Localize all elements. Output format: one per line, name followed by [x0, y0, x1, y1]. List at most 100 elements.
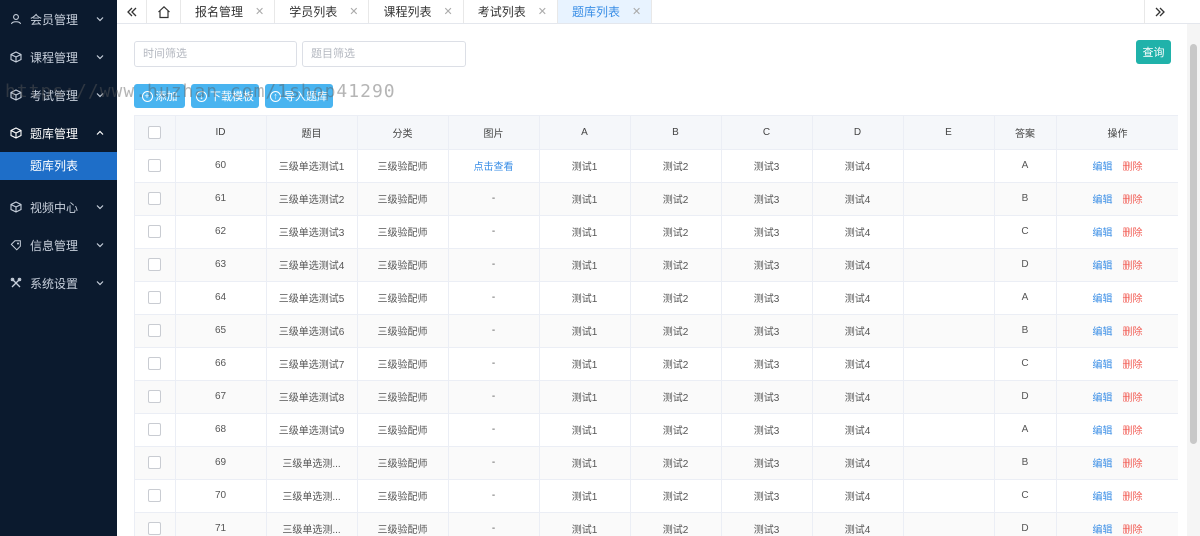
- table-row: 65 三级单选测试6 三级验配师 - 测试1 测试2 测试3 测试4 B 编辑 删除: [135, 314, 1178, 348]
- time-filter-input[interactable]: [134, 41, 297, 67]
- sidebar-item-question-bank[interactable]: 题库管理: [0, 114, 117, 152]
- sidebar-item-course[interactable]: 课程管理: [0, 38, 117, 76]
- cell-image: -: [448, 479, 540, 513]
- scroll-tabs-left-button[interactable]: [117, 0, 147, 23]
- cube-icon: [10, 89, 22, 101]
- scrollbar-thumb[interactable]: [1190, 44, 1197, 444]
- delete-link[interactable]: 删除: [1123, 294, 1143, 305]
- cell-c: 测试3: [721, 149, 813, 183]
- column-header[interactable]: 图片: [448, 116, 540, 150]
- cell-b: 测试2: [630, 380, 722, 414]
- cell-b: 测试2: [630, 446, 722, 480]
- delete-link[interactable]: 删除: [1123, 459, 1143, 470]
- edit-link[interactable]: 编辑: [1093, 162, 1113, 173]
- column-header[interactable]: E: [903, 116, 995, 150]
- row-checkbox[interactable]: [148, 192, 162, 205]
- row-select-cell: [135, 512, 176, 536]
- sidebar-item-exam[interactable]: 考试管理: [0, 76, 117, 114]
- sidebar-item-settings[interactable]: 系统设置: [0, 264, 117, 302]
- cell-category: 三级验配师: [357, 413, 449, 447]
- row-actions: 编辑 删除: [1056, 314, 1178, 348]
- select-all-checkbox[interactable]: [148, 125, 162, 139]
- delete-link[interactable]: 删除: [1123, 327, 1143, 338]
- add-button[interactable]: + 添加: [134, 84, 185, 108]
- view-image-link[interactable]: 点击查看: [474, 162, 514, 173]
- column-header[interactable]: 分类: [357, 116, 449, 150]
- tab-students[interactable]: 学员列表 ✕: [275, 0, 370, 23]
- row-select-cell: [135, 479, 176, 513]
- cell-b: 测试2: [630, 413, 722, 447]
- row-checkbox[interactable]: [148, 258, 162, 271]
- row-checkbox[interactable]: [148, 324, 162, 337]
- edit-link[interactable]: 编辑: [1093, 294, 1113, 305]
- close-icon[interactable]: ✕: [443, 5, 452, 18]
- title-filter-input[interactable]: [302, 41, 466, 67]
- close-icon[interactable]: ✕: [538, 5, 547, 18]
- edit-link[interactable]: 编辑: [1093, 327, 1113, 338]
- delete-link[interactable]: 删除: [1123, 228, 1143, 239]
- vertical-scrollbar[interactable]: [1187, 24, 1200, 536]
- cell-answer: C: [994, 215, 1057, 249]
- delete-link[interactable]: 删除: [1123, 162, 1143, 173]
- column-header[interactable]: 答案: [994, 116, 1057, 150]
- double-chevron-right-icon: [1155, 7, 1165, 17]
- delete-link[interactable]: 删除: [1123, 360, 1143, 371]
- table-row: 70 三级单选测... 三级验配师 - 测试1 测试2 测试3 测试4 C 编辑 删除: [135, 479, 1178, 513]
- cell-b: 测试2: [630, 512, 722, 536]
- cell-answer: D: [994, 248, 1057, 282]
- cell-id: 63: [175, 248, 267, 282]
- scroll-tabs-right-button[interactable]: [1144, 0, 1174, 24]
- column-header[interactable]: B: [630, 116, 722, 150]
- row-checkbox[interactable]: [148, 225, 162, 238]
- sidebar-item-video[interactable]: 视频中心: [0, 188, 117, 226]
- sidebar-item-info[interactable]: 信息管理: [0, 226, 117, 264]
- sidebar-item-member[interactable]: 会员管理: [0, 0, 117, 38]
- delete-link[interactable]: 删除: [1123, 525, 1143, 536]
- close-icon[interactable]: ✕: [349, 5, 358, 18]
- import-label: 导入题库: [284, 91, 328, 103]
- delete-link[interactable]: 删除: [1123, 492, 1143, 503]
- edit-link[interactable]: 编辑: [1093, 393, 1113, 404]
- row-checkbox[interactable]: [148, 423, 162, 436]
- tab-registration[interactable]: 报名管理 ✕: [181, 0, 276, 23]
- cube-icon: [10, 51, 22, 63]
- tab-question-list[interactable]: 题库列表 ✕: [557, 0, 653, 23]
- row-checkbox[interactable]: [148, 291, 162, 304]
- row-checkbox[interactable]: [148, 489, 162, 502]
- row-checkbox[interactable]: [148, 456, 162, 469]
- column-header[interactable]: A: [539, 116, 631, 150]
- delete-link[interactable]: 删除: [1123, 393, 1143, 404]
- column-header[interactable]: D: [812, 116, 904, 150]
- close-icon[interactable]: ✕: [255, 5, 264, 18]
- edit-link[interactable]: 编辑: [1093, 492, 1113, 503]
- edit-link[interactable]: 编辑: [1093, 525, 1113, 536]
- cell-title: 三级单选测试7: [266, 347, 358, 381]
- row-checkbox[interactable]: [148, 357, 162, 370]
- row-checkbox[interactable]: [148, 522, 162, 535]
- home-tab[interactable]: [147, 0, 181, 23]
- row-checkbox[interactable]: [148, 159, 162, 172]
- column-header[interactable]: C: [721, 116, 813, 150]
- edit-link[interactable]: 编辑: [1093, 228, 1113, 239]
- edit-link[interactable]: 编辑: [1093, 261, 1113, 272]
- edit-link[interactable]: 编辑: [1093, 459, 1113, 470]
- edit-link[interactable]: 编辑: [1093, 426, 1113, 437]
- delete-link[interactable]: 删除: [1123, 261, 1143, 272]
- edit-link[interactable]: 编辑: [1093, 195, 1113, 206]
- tab-courses[interactable]: 课程列表 ✕: [369, 0, 464, 23]
- column-header[interactable]: ID: [175, 116, 267, 150]
- row-checkbox[interactable]: [148, 390, 162, 403]
- delete-link[interactable]: 删除: [1123, 195, 1143, 206]
- close-icon[interactable]: ✕: [632, 5, 641, 18]
- cell-id: 66: [175, 347, 267, 381]
- download-template-button[interactable]: ↓ 下载模板: [191, 84, 259, 108]
- column-header[interactable]: 题目: [266, 116, 358, 150]
- import-button[interactable]: ↑ 导入题库: [265, 84, 333, 108]
- query-button[interactable]: 查询: [1136, 40, 1171, 64]
- sidebar-subitem-question-list[interactable]: 题库列表: [0, 152, 117, 180]
- row-select-cell: [135, 413, 176, 447]
- edit-link[interactable]: 编辑: [1093, 360, 1113, 371]
- tab-exams[interactable]: 考试列表 ✕: [464, 0, 558, 23]
- delete-link[interactable]: 删除: [1123, 426, 1143, 437]
- row-select-cell: [135, 347, 176, 381]
